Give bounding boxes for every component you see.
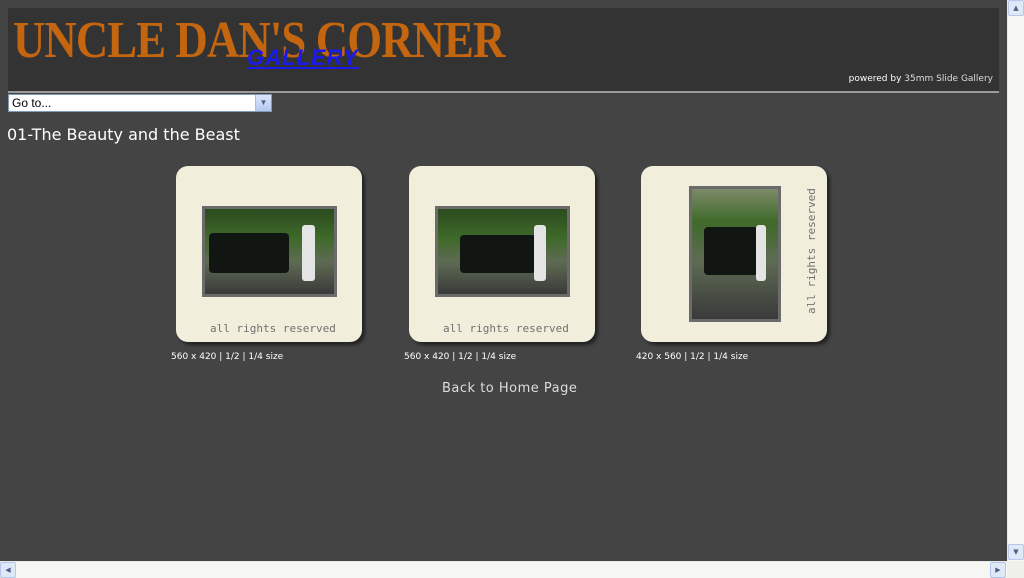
photo-thumbnail[interactable]	[689, 186, 781, 322]
size-full[interactable]: 420 x 560	[636, 352, 681, 362]
scrollbar-corner	[1007, 561, 1024, 578]
slide-rights: all rights reserved	[210, 322, 336, 335]
photo-thumbnail[interactable]	[202, 206, 337, 297]
slide-rights: all rights reserved	[443, 322, 569, 335]
photo-image	[438, 209, 567, 294]
vertical-scrollbar[interactable]: ▲ ▼	[1007, 0, 1024, 561]
photo-thumbnail[interactable]	[435, 206, 570, 297]
size-quarter[interactable]: 1/4 size	[713, 352, 748, 362]
powered-by-label: powered by	[848, 74, 905, 84]
size-half[interactable]: 1/2	[458, 352, 472, 362]
size-separator: |	[216, 352, 226, 362]
person-shape	[302, 225, 315, 281]
chevron-down-icon[interactable]: ▼	[255, 95, 271, 111]
size-half[interactable]: 1/2	[225, 352, 239, 362]
slide-size-links: 560 x 420 | 1/2 | 1/4 size	[404, 352, 516, 362]
header-banner: UNCLE DAN'S CORNER GALLERY powered by 35…	[8, 8, 999, 93]
slide-size-links: 560 x 420 | 1/2 | 1/4 size	[171, 352, 283, 362]
arrow-down-icon[interactable]: ▼	[1008, 544, 1024, 560]
slide-size-links: 420 x 560 | 1/2 | 1/4 size	[636, 352, 748, 362]
size-quarter[interactable]: 1/4 size	[248, 352, 283, 362]
jeep-shape	[209, 233, 289, 273]
slide-rights: all rights reserved	[805, 188, 818, 314]
size-quarter[interactable]: 1/4 size	[481, 352, 516, 362]
goto-select[interactable]: Go to... ▼	[8, 94, 272, 112]
gallery-link[interactable]: GALLERY	[247, 45, 359, 71]
person-shape	[534, 225, 546, 281]
size-full[interactable]: 560 x 420	[404, 352, 449, 362]
photo-image	[692, 189, 778, 319]
slide-thumbnail[interactable]: all rights reserved	[176, 166, 362, 342]
arrow-up-icon[interactable]: ▲	[1008, 0, 1024, 16]
powered-by: powered by 35mm Slide Gallery	[849, 74, 993, 84]
size-full[interactable]: 560 x 420	[171, 352, 216, 362]
size-separator: |	[449, 352, 459, 362]
slide-thumbnail[interactable]: all rights reserved	[641, 166, 827, 342]
photo-image	[205, 209, 334, 294]
person-shape	[756, 225, 766, 281]
powered-by-link[interactable]: 35mm Slide Gallery	[904, 74, 993, 84]
size-half[interactable]: 1/2	[690, 352, 704, 362]
horizontal-scrollbar[interactable]: ◀ ▶	[0, 561, 1007, 578]
size-separator: |	[681, 352, 691, 362]
jeep-shape	[704, 227, 758, 275]
back-home-link[interactable]: Back to Home Page	[442, 381, 577, 396]
arrow-left-icon[interactable]: ◀	[0, 562, 16, 578]
jeep-shape	[460, 235, 536, 273]
goto-select-value: Go to...	[12, 96, 52, 110]
arrow-right-icon[interactable]: ▶	[990, 562, 1006, 578]
page: UNCLE DAN'S CORNER GALLERY powered by 35…	[0, 0, 1007, 561]
album-title: 01-The Beauty and the Beast	[7, 125, 240, 144]
slide-thumbnail[interactable]: all rights reserved	[409, 166, 595, 342]
